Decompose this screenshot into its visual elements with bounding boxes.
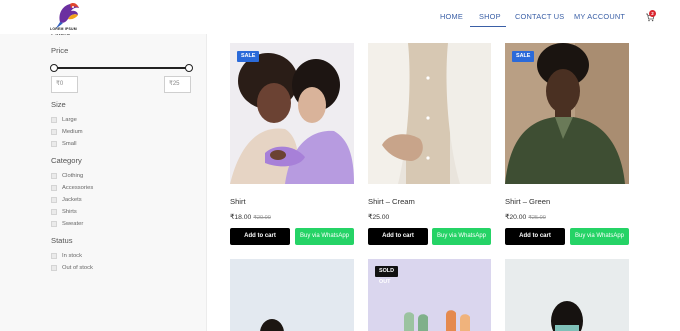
price-slider-max-handle[interactable]	[185, 64, 193, 72]
checkbox[interactable]	[51, 209, 57, 215]
size-option-large[interactable]: Large	[51, 116, 77, 124]
option-label: Medium	[62, 129, 83, 135]
add-to-cart-button[interactable]: Add to cart	[368, 228, 428, 245]
site-header: LOREM IPSUM HOME SHOP CONTACT US MY ACCO…	[0, 0, 680, 34]
nav-my-account[interactable]: MY ACCOUNT	[574, 12, 625, 21]
option-label: Small	[62, 141, 77, 147]
product-price: ₹20.00 ₹25.00	[505, 213, 546, 221]
price-slider-track[interactable]	[54, 67, 189, 69]
nav-contact-us[interactable]: CONTACT US	[515, 12, 564, 21]
checkbox[interactable]	[51, 173, 57, 179]
checkbox[interactable]	[51, 221, 57, 227]
category-option-jackets[interactable]: Jackets	[51, 196, 82, 204]
product-price: ₹25.00	[368, 213, 389, 221]
product-image[interactable]	[230, 43, 354, 184]
option-label: In stock	[62, 253, 82, 259]
product-title[interactable]: Shirt	[230, 197, 246, 206]
sold-out-badge: SOLD OUT	[375, 266, 398, 285]
cart-count-badge: 2	[649, 10, 656, 17]
product-image[interactable]	[505, 259, 629, 331]
product-image[interactable]	[368, 43, 491, 184]
product-image[interactable]	[230, 259, 354, 331]
checkbox[interactable]	[51, 197, 57, 203]
parrot-logo-icon[interactable]	[52, 0, 82, 30]
active-nav-indicator	[470, 26, 506, 27]
nav-shop[interactable]: SHOP	[479, 12, 501, 21]
old-price: ₹20.00	[253, 215, 271, 221]
product-title[interactable]: Shirt – Cream	[368, 197, 415, 206]
current-price: ₹18.00	[230, 214, 252, 221]
option-label: Clothing	[62, 173, 84, 179]
category-heading: Category	[51, 156, 82, 165]
price-slider-min-handle[interactable]	[50, 64, 58, 72]
option-label: Accessories	[62, 185, 94, 191]
sale-badge: SALE	[512, 51, 535, 62]
product-image[interactable]	[505, 43, 629, 184]
buy-via-whatsapp-button[interactable]: Buy via WhatsApp	[295, 228, 354, 245]
size-option-small[interactable]: Small	[51, 140, 77, 148]
category-option-shirts[interactable]: Shirts	[51, 208, 77, 216]
status-heading: Status	[51, 236, 73, 245]
checkbox[interactable]	[51, 185, 57, 191]
current-price: ₹20.00	[505, 214, 527, 221]
old-price: ₹25.00	[528, 215, 546, 221]
option-label: Out of stock	[62, 265, 93, 271]
logo-text: LOREM IPSUM	[50, 27, 77, 31]
checkbox[interactable]	[51, 129, 57, 135]
product-title[interactable]: Shirt – Green	[505, 197, 550, 206]
buy-via-whatsapp-button[interactable]: Buy via WhatsApp	[570, 228, 629, 245]
option-label: Shirts	[62, 209, 77, 215]
option-label: Jackets	[62, 197, 82, 203]
sale-badge: SALE	[237, 51, 260, 62]
size-option-medium[interactable]: Medium	[51, 128, 83, 136]
add-to-cart-button[interactable]: Add to cart	[505, 228, 565, 245]
checkbox[interactable]	[51, 253, 57, 259]
status-option-in-stock[interactable]: In stock	[51, 252, 82, 260]
category-option-clothing[interactable]: Clothing	[51, 172, 83, 180]
checkbox[interactable]	[51, 117, 57, 123]
checkbox[interactable]	[51, 265, 57, 271]
product-price: ₹18.00 ₹20.00	[230, 213, 271, 221]
price-heading: Price	[51, 46, 69, 55]
price-max-input[interactable]: ₹25	[164, 76, 191, 93]
price-min-input[interactable]: ₹0	[51, 76, 78, 93]
current-price: ₹25.00	[368, 214, 390, 221]
nav-home[interactable]: HOME	[440, 12, 463, 21]
buy-via-whatsapp-button[interactable]: Buy via WhatsApp	[432, 228, 491, 245]
status-option-out-of-stock[interactable]: Out of stock	[51, 264, 93, 272]
option-label: Sweater	[62, 221, 84, 227]
option-label: Large	[62, 117, 77, 123]
checkbox[interactable]	[51, 141, 57, 147]
category-option-accessories[interactable]: Accessories	[51, 184, 93, 192]
category-option-sweater[interactable]: Sweater	[51, 220, 83, 228]
add-to-cart-button[interactable]: Add to cart	[230, 228, 290, 245]
size-heading: Size	[51, 100, 66, 109]
